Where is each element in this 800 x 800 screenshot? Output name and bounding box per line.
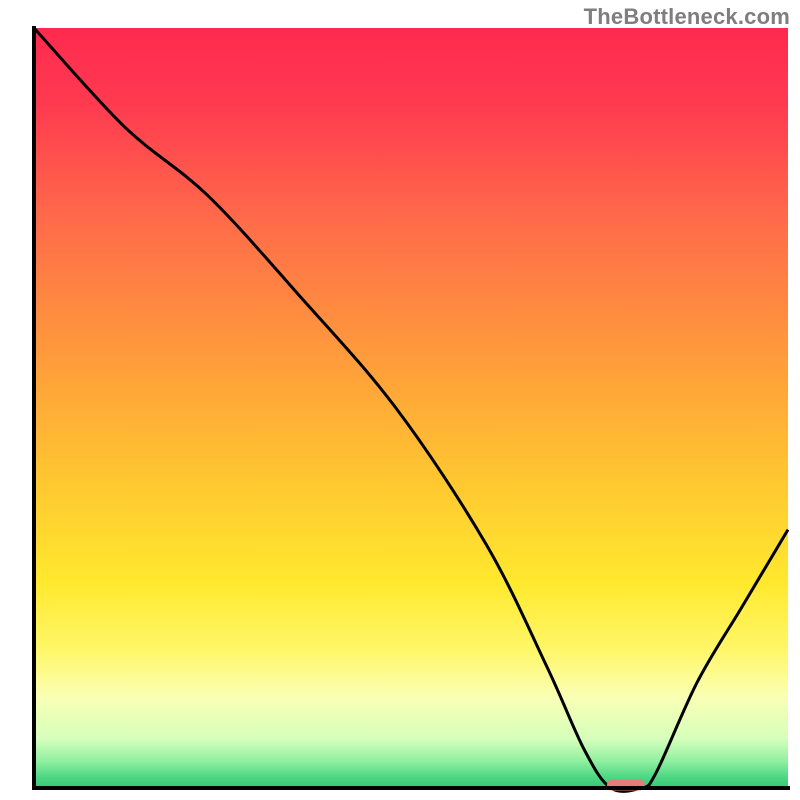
attribution-label: TheBottleneck.com: [584, 4, 790, 30]
chart-container: TheBottleneck.com: [0, 0, 800, 800]
bottleneck-chart: [0, 0, 800, 800]
plot-background: [34, 28, 788, 788]
